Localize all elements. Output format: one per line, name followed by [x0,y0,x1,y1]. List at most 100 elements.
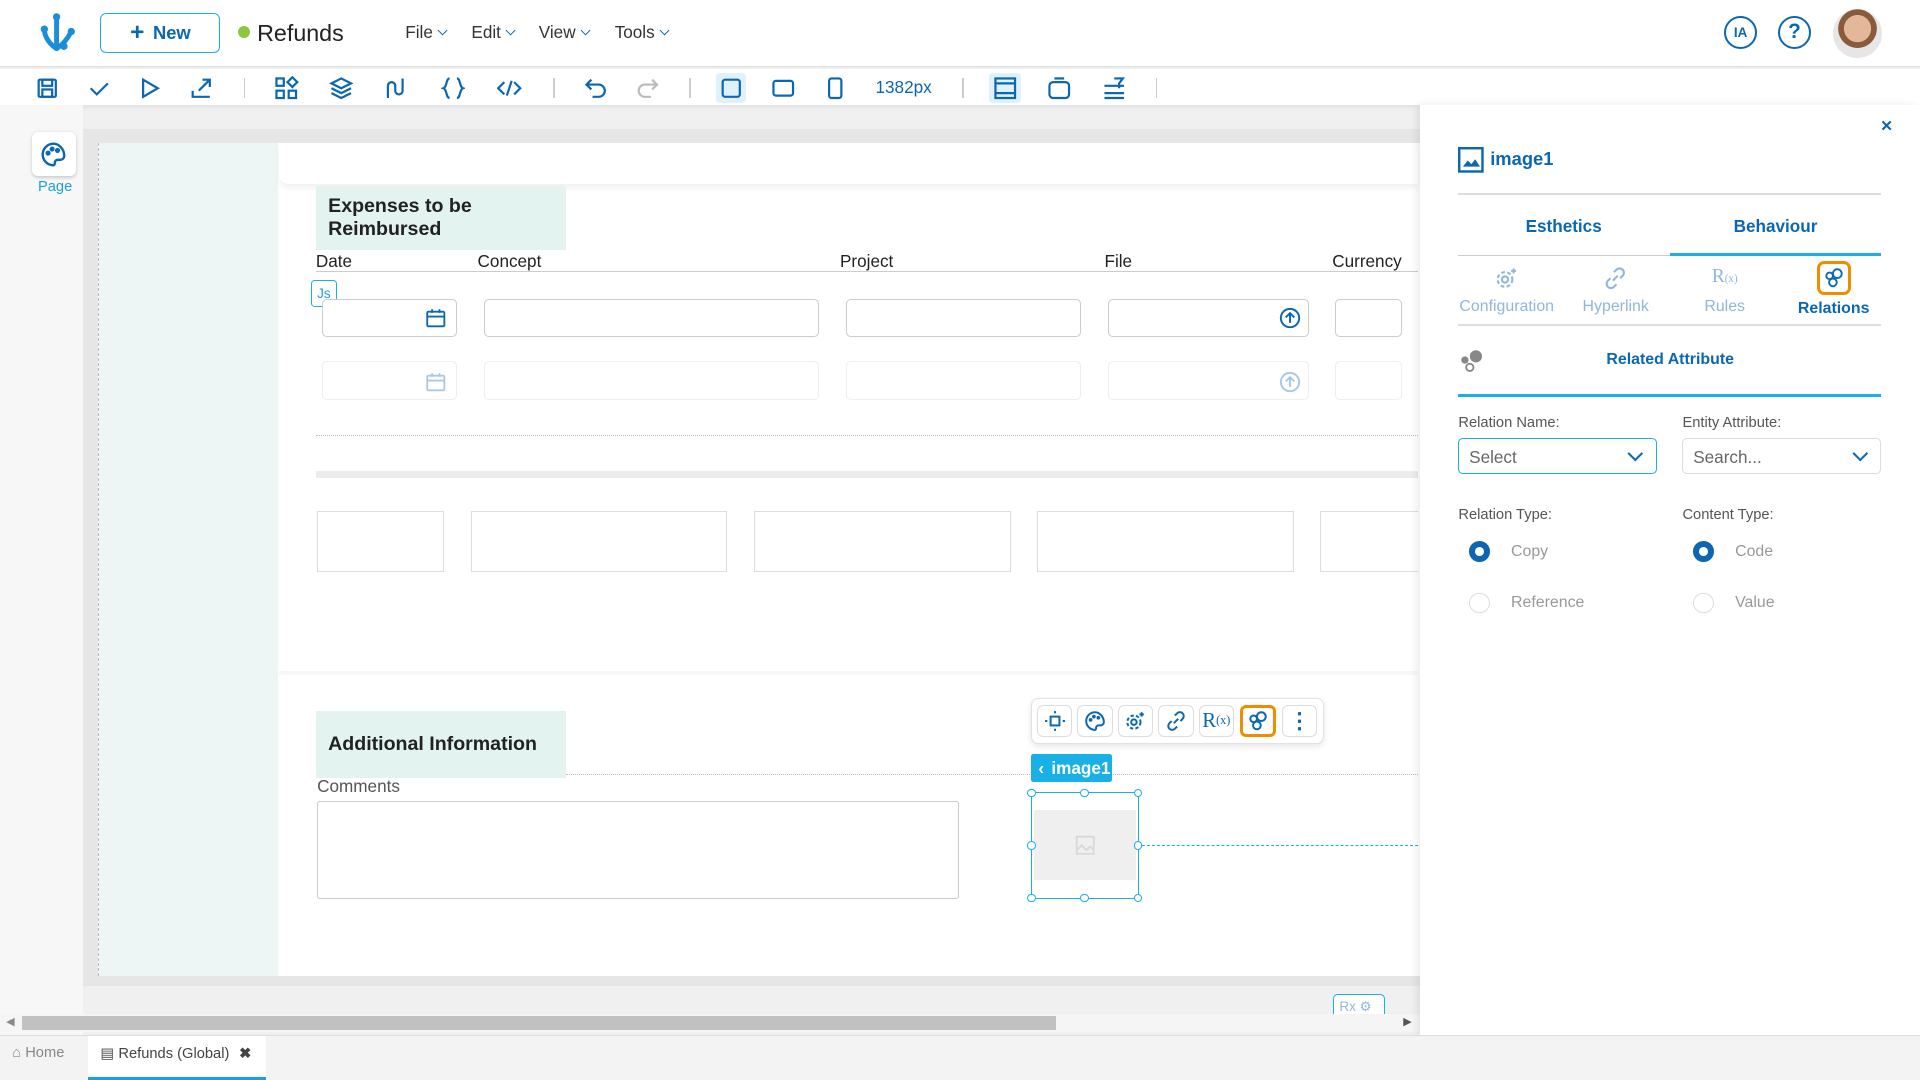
grid-cell[interactable] [1037,510,1295,572]
menu-view[interactable]: View [539,22,589,43]
radio-label: Code [1735,542,1774,560]
calendar-icon[interactable] [426,372,446,392]
resize-handle[interactable] [1027,841,1036,850]
desktop-icon[interactable] [716,73,746,103]
grid-cell[interactable] [754,510,1012,572]
grid-cell[interactable] [1320,510,1418,572]
project-input[interactable] [846,361,1082,401]
plus-icon: + [130,19,145,47]
flow-icon[interactable] [381,73,410,102]
grid-cell[interactable] [471,510,728,572]
tab-esthetics[interactable]: Esthetics [1458,216,1669,237]
palette-icon[interactable] [1077,705,1113,737]
radio-value[interactable]: Value [1693,592,1775,614]
scroll-right-icon[interactable]: ▶ [1403,1015,1411,1028]
code-icon[interactable] [495,73,524,102]
relation-name-select[interactable]: Select [1458,438,1657,474]
tab-behaviour[interactable]: Behaviour [1670,216,1881,237]
ia-assistant-button[interactable]: IA [1724,15,1758,49]
subtab-configuration[interactable]: Configuration [1452,266,1561,316]
user-avatar[interactable] [1833,8,1883,58]
layout-icon[interactable] [989,73,1022,103]
run-icon[interactable] [135,73,164,102]
concept-input[interactable] [483,361,820,401]
subtab-rules[interactable]: R(x) Rules [1670,266,1779,316]
currency-input[interactable] [1334,361,1403,401]
new-button[interactable]: + New [100,13,221,53]
file-input[interactable] [1108,298,1309,337]
mobile-icon[interactable] [820,73,849,102]
settings-icon[interactable] [1117,705,1154,737]
left-rail: Page [0,105,84,1035]
file-input[interactable] [1108,361,1309,401]
move-icon[interactable] [1036,705,1073,737]
canvas-width-value[interactable]: 1382px [876,77,932,98]
radio-copy[interactable]: Copy [1469,541,1548,563]
upload-icon[interactable] [1279,371,1301,393]
help-icon[interactable]: ? [1777,15,1811,49]
redo-icon[interactable] [633,73,662,102]
content-type-label: Content Type: [1682,506,1774,523]
layers-icon[interactable] [327,73,356,102]
frame-icon[interactable] [1044,73,1073,102]
check-icon[interactable] [84,73,113,102]
relations-icon[interactable] [1240,705,1276,737]
resize-handle[interactable] [1027,788,1036,798]
entity-attribute-label: Entity Attribute: [1682,415,1782,432]
section-additional-title[interactable]: Additional Information [315,711,566,778]
new-label: New [152,22,191,44]
tablet-icon[interactable] [769,73,798,102]
placeholder: Search... [1693,446,1762,467]
section-expenses-title[interactable]: Expenses to be Reimbursed [315,186,566,250]
date-input[interactable] [322,298,457,337]
app-logo-icon[interactable] [37,12,76,54]
tab-refunds-global[interactable]: ▤ Refunds (Global) ✖ [88,1035,266,1080]
scrollbar-thumb[interactable] [22,1016,1056,1030]
project-input[interactable] [846,298,1082,337]
divider [1458,394,1881,397]
upload-icon[interactable] [1279,307,1301,329]
more-icon[interactable]: ⋮ [1281,705,1318,737]
menu-tools[interactable]: Tools [615,22,668,43]
grid-cell[interactable] [317,510,445,572]
close-tab-icon[interactable]: ✖ [239,1046,251,1062]
components-icon[interactable] [272,73,301,102]
radio-reference[interactable]: Reference [1469,592,1584,614]
subtab-hyperlink[interactable]: Hyperlink [1561,266,1670,316]
home-icon: ⌂ [12,1045,26,1062]
menu-edit[interactable]: Edit [471,22,514,43]
subtab-label: Relations [1797,299,1870,317]
guide-line [1142,844,1418,846]
braces-icon[interactable] [438,73,467,102]
save-icon[interactable] [33,73,62,102]
date-input[interactable] [322,361,457,401]
link-icon[interactable] [1158,705,1194,737]
palette-icon[interactable] [31,132,76,177]
filter-icon[interactable] [1100,73,1129,102]
radio-button[interactable] [1693,541,1715,563]
export-icon[interactable] [186,73,215,102]
rules-icon[interactable]: R (x) [1198,705,1235,737]
selected-control-tag[interactable]: ‹ image1 [1031,754,1112,783]
tab-home[interactable]: ⌂ Home [12,1045,64,1061]
resize-handle[interactable] [1080,788,1089,798]
resize-handle[interactable] [1080,893,1089,903]
radio-button[interactable] [1693,592,1715,614]
rx-label: Rx [1339,998,1356,1014]
image-control[interactable] [1031,792,1139,899]
subtab-relations[interactable]: Relations [1779,260,1888,318]
entity-attribute-search[interactable]: Search... [1682,438,1881,474]
selected-value: Select [1469,446,1517,467]
radio-code[interactable]: Code [1693,541,1774,563]
undo-icon[interactable] [582,73,611,102]
comments-textarea[interactable] [317,800,959,899]
currency-input[interactable] [1334,298,1403,337]
menu-file[interactable]: File [405,22,446,43]
calendar-icon[interactable] [426,308,446,328]
radio-button[interactable] [1469,592,1491,614]
horizontal-scrollbar[interactable]: ◀ ▶ [0,1013,1421,1033]
scroll-left-icon[interactable]: ◀ [6,1015,14,1028]
close-icon[interactable]: × [1881,115,1892,138]
concept-input[interactable] [483,298,820,337]
radio-button[interactable] [1469,541,1491,563]
